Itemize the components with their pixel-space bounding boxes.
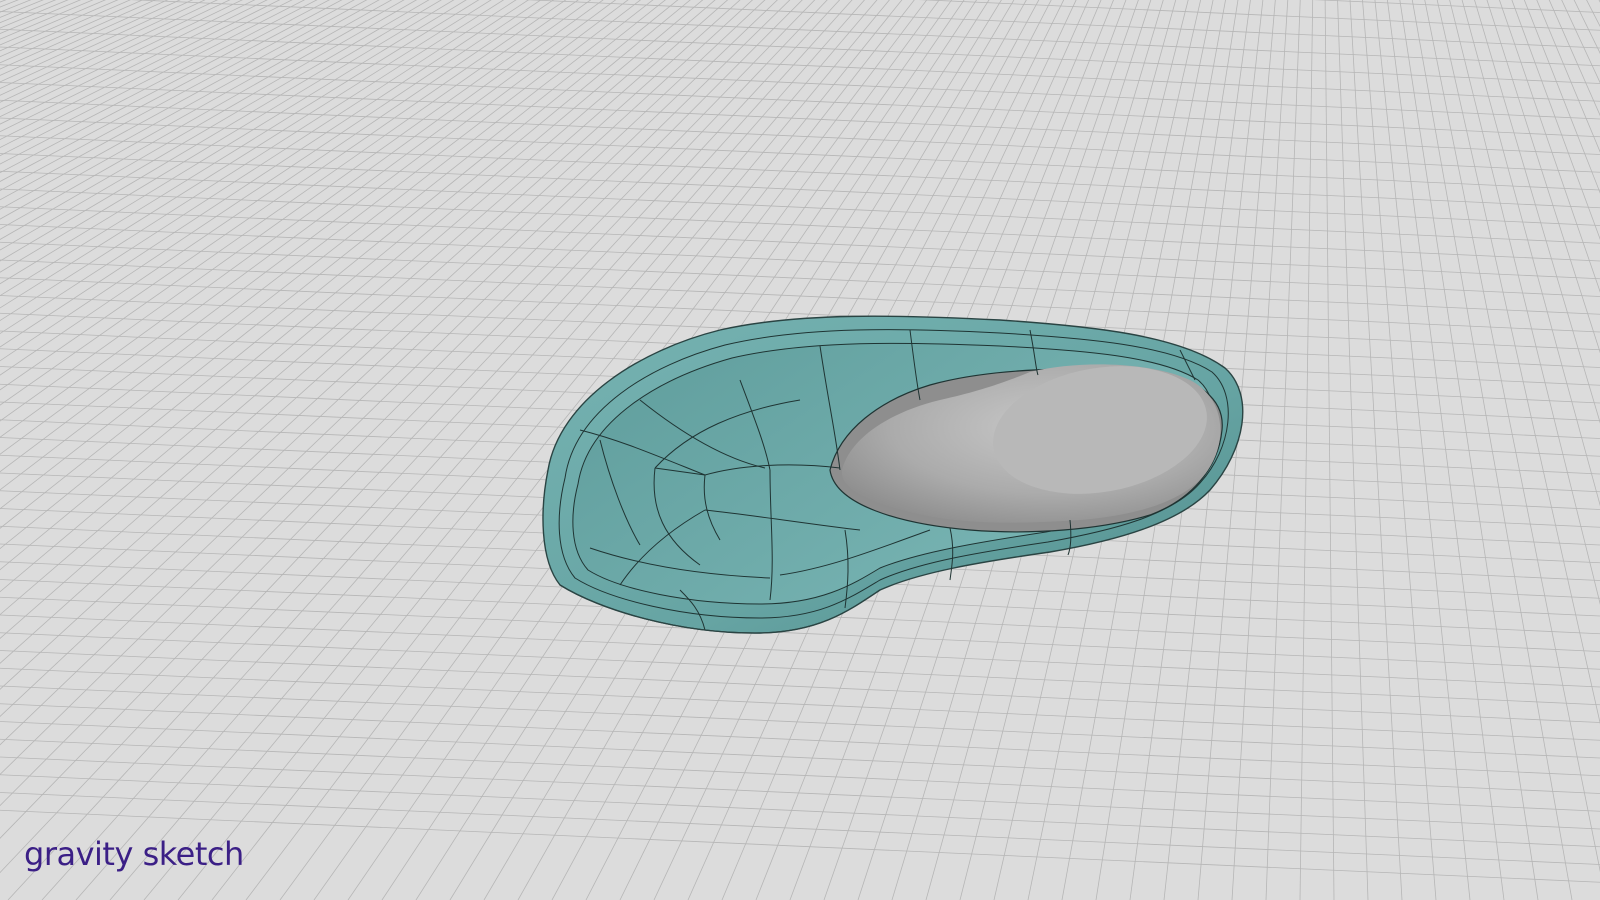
- 3d-viewport[interactable]: gravity sketch: [0, 0, 1600, 900]
- gravity-sketch-logo: gravity sketch: [24, 835, 244, 873]
- grid-line: [0, 206, 1600, 280]
- grid-line: [0, 667, 1600, 741]
- grid-line: [0, 82, 1600, 155]
- grid-line: [0, 756, 1600, 830]
- grid-line: [0, 721, 1600, 794]
- grid-line: [1324, 0, 1335, 900]
- grid-line: [0, 224, 1600, 297]
- grid-line: [1231, 0, 1289, 900]
- grid-line: [0, 241, 1600, 315]
- grid-line: [1386, 0, 1505, 900]
- grid-line: [0, 738, 1600, 812]
- grid-line: [0, 99, 1600, 173]
- grid-line: [0, 170, 1600, 244]
- grid-line: [0, 11, 1600, 84]
- grid-line: [0, 117, 1600, 191]
- grid-line: [1362, 0, 1437, 900]
- grid-line: [1299, 0, 1314, 900]
- grid-line: [1374, 0, 1471, 900]
- scene-canvas[interactable]: [0, 0, 1600, 900]
